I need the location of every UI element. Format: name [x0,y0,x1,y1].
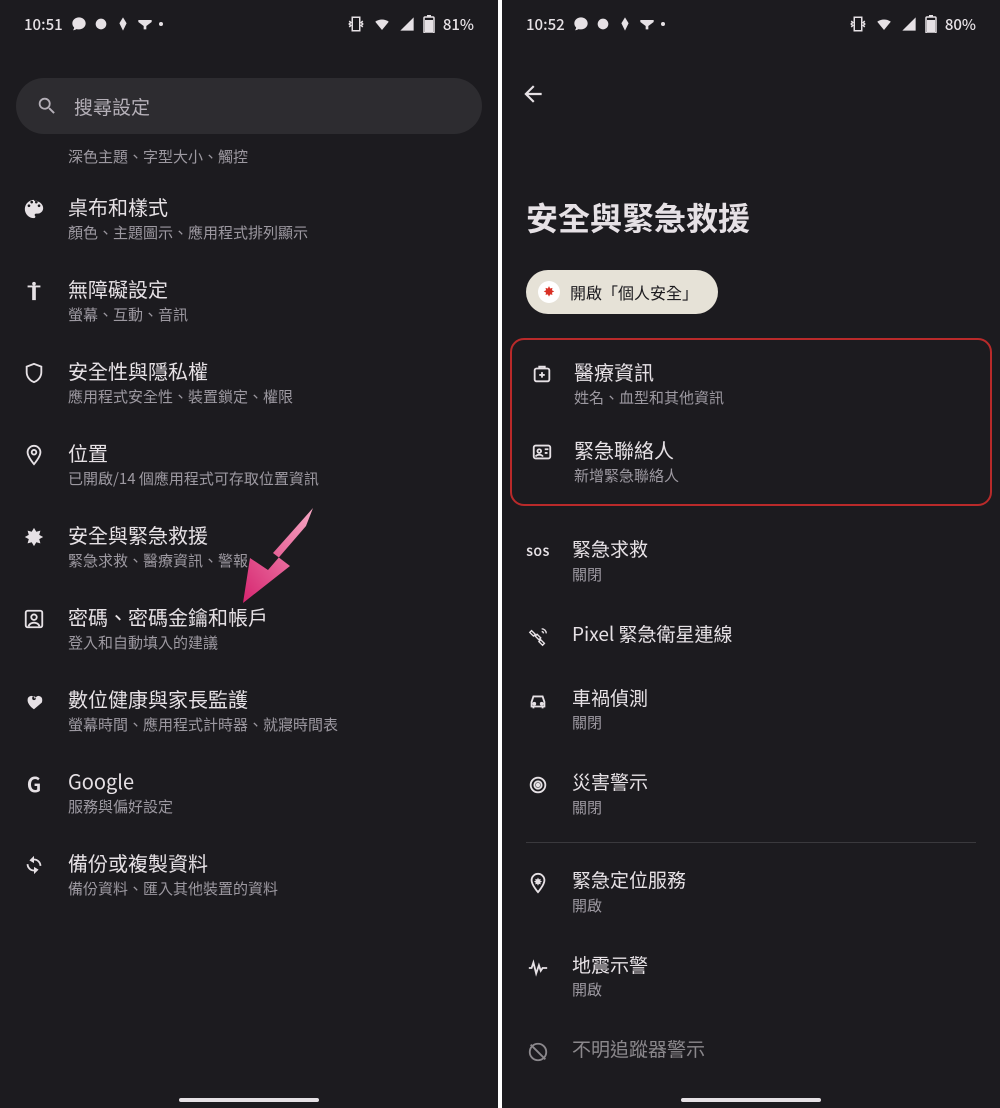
divider [526,842,976,843]
arrow-back-icon [520,81,546,107]
setting-emergency-contacts[interactable]: 緊急聯絡人 新增緊急聯絡人 [512,422,990,500]
medical-icon [530,362,554,386]
status-system-icons: 81% [347,14,474,35]
search-settings[interactable]: 搜尋設定 [16,78,482,134]
open-personal-safety-chip[interactable]: 開啟「個人安全」 [526,270,718,314]
sos-icon: SOS [526,540,550,564]
status-bar: 10:51 81% [0,0,498,48]
status-time: 10:51 [24,14,63,35]
setting-passwords-accounts[interactable]: 密碼、密碼金鑰和帳戶 登入和自動填入的建議 [0,587,498,669]
setting-emergency-location[interactable]: 緊急定位服務 開啟 [502,849,1000,934]
setting-emergency-sos[interactable]: SOS 緊急求救 關閉 [502,518,1000,603]
emergency-icon [22,525,46,549]
signal-icon [399,16,415,32]
emergency-location-icon [526,871,550,895]
setting-security-privacy[interactable]: 安全性與隱私權 應用程式安全性、裝置鎖定、權限 [0,341,498,423]
page-title: 安全與緊急救援 [502,108,1000,270]
shield-icon [22,361,46,385]
setting-location[interactable]: 位置 已開啟/14 個應用程式可存取位置資訊 [0,423,498,505]
status-system-icons: 80% [849,14,976,35]
back-button[interactable] [520,80,548,108]
setting-google[interactable]: G Google 服務與偏好設定 [0,751,498,833]
car-crash-icon [526,689,550,713]
account-box-icon [22,607,46,631]
setting-wallpaper[interactable]: 桌布和樣式 顏色、主題圖示、應用程式排列顯示 [0,177,498,259]
crisis-icon [526,773,550,797]
vibrate-icon [347,15,365,33]
nav-bar[interactable] [179,1098,319,1102]
battery-icon [925,15,937,33]
earthquake-icon [526,956,550,980]
screenshot-left: 10:51 81% 搜尋設定 深色主題、字型大小、觸控 桌布和樣式 [0,0,498,1108]
contact-card-icon [530,440,554,464]
wifi-icon [875,15,893,33]
setting-earthquake-alerts[interactable]: 地震示警 開啟 [502,934,1000,1019]
screenshot-right: 10:52 80% 安全與緊急救援 開啟「個人安全」 [502,0,1000,1108]
setting-safety-emergency[interactable]: 安全與緊急救援 緊急求救、醫療資訊、警報 [0,505,498,587]
search-placeholder: 搜尋設定 [74,93,150,120]
setting-accessibility[interactable]: 無障礙設定 螢幕、互動、音訊 [0,259,498,341]
setting-unknown-tracker[interactable]: 不明追蹤器警示 [502,1018,1000,1082]
status-battery: 80% [945,14,976,35]
setting-digital-wellbeing[interactable]: 數位健康與家長監護 螢幕時間、應用程式計時器、就寢時間表 [0,669,498,751]
wellbeing-icon [22,689,46,713]
chip-label: 開啟「個人安全」 [570,280,698,304]
search-icon [36,95,58,117]
location-icon [22,443,46,467]
google-icon: G [22,771,46,795]
battery-icon [423,15,435,33]
setting-car-crash[interactable]: 車禍偵測 關閉 [502,667,1000,752]
setting-medical-info[interactable]: 醫療資訊 姓名、血型和其他資訊 [512,344,990,422]
status-notification-icons [71,16,163,32]
setting-backup[interactable]: 備份或複製資料 備份資料、匯入其他裝置的資料 [0,833,498,915]
nav-bar[interactable] [681,1098,821,1102]
status-battery: 81% [443,14,474,35]
status-notification-icons [573,16,665,32]
satellite-icon [526,625,550,649]
setting-crisis-alerts[interactable]: 災害警示 關閉 [502,751,1000,836]
palette-icon [22,197,46,221]
sync-icon [22,853,46,877]
tracker-icon [526,1040,550,1064]
setting-sub-partial: 深色主題、字型大小、觸控 [0,146,498,177]
status-time: 10:52 [526,14,565,35]
status-bar: 10:52 80% [502,0,1000,48]
safety-app-icon [538,281,560,303]
wifi-icon [373,15,391,33]
settings-list[interactable]: 桌布和樣式 顏色、主題圖示、應用程式排列顯示 無障礙設定 螢幕、互動、音訊 安全… [0,177,498,915]
signal-icon [901,16,917,32]
accessibility-icon [22,279,46,303]
setting-satellite-sos[interactable]: Pixel 緊急衛星連線 [502,603,1000,667]
highlighted-section: 醫療資訊 姓名、血型和其他資訊 緊急聯絡人 新增緊急聯絡人 [510,338,992,506]
emergency-settings-list: SOS 緊急求救 關閉 Pixel 緊急衛星連線 車禍偵測 關閉 災害警示 關閉 [502,518,1000,1082]
vibrate-icon [849,15,867,33]
